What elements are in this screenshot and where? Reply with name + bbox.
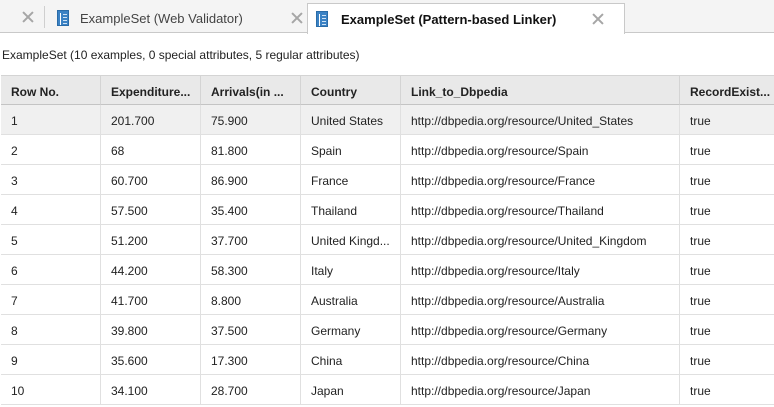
cell-link-to-dbpedia: http://dbpedia.org/resource/Thailand (401, 195, 680, 225)
cell-link-to-dbpedia: http://dbpedia.org/resource/China (401, 345, 680, 375)
column-header-expenditure[interactable]: Expenditure... (101, 75, 201, 105)
cell-row-no: 2 (1, 135, 101, 165)
cell-link-to-dbpedia: http://dbpedia.org/resource/Germany (401, 315, 680, 345)
tab-bar: ExampleSet (Web Validator) ExampleSet (P… (0, 0, 774, 34)
close-icon[interactable] (591, 12, 605, 26)
cell-country: Germany (301, 315, 401, 345)
tab-label: ExampleSet (Pattern-based Linker) (341, 12, 557, 27)
cell-expenditure: 44.200 (101, 255, 201, 285)
cell-record-exists: true (680, 315, 774, 345)
table-row[interactable]: 5 51.200 37.700 United Kingd... http://dbped… (1, 225, 774, 255)
column-header-link-to-dbpedia[interactable]: Link_to_Dbpedia (401, 75, 680, 105)
column-header-row-no[interactable]: Row No. (1, 75, 101, 105)
cell-link-to-dbpedia: http://dbpedia.org/resource/United_State… (401, 105, 680, 135)
table-row[interactable]: 6 44.200 58.300 Italy http://dbpedia.org/res… (1, 255, 774, 285)
table-row[interactable]: 8 39.800 37.500 Germany http://dbpedia.org/r… (1, 315, 774, 345)
cell-expenditure: 34.100 (101, 375, 201, 405)
cell-record-exists: true (680, 105, 774, 135)
cell-expenditure: 68 (101, 135, 201, 165)
table-row[interactable]: 10 34.100 28.700 Japan http://dbpedia.org/re… (1, 375, 774, 405)
column-header-arrivals[interactable]: Arrivals(in ... (201, 75, 301, 105)
cell-row-no: 10 (1, 375, 101, 405)
cell-arrivals: 81.800 (201, 135, 301, 165)
table-row[interactable]: 4 57.500 35.400 Thailand http://dbpedia.org/… (1, 195, 774, 225)
cell-link-to-dbpedia: http://dbpedia.org/resource/United_Kingd… (401, 225, 680, 255)
tab-web-validator[interactable]: ExampleSet (Web Validator) (45, 3, 307, 33)
cell-link-to-dbpedia: http://dbpedia.org/resource/Japan (401, 375, 680, 405)
cell-expenditure: 39.800 (101, 315, 201, 345)
cell-country: United Kingd... (301, 225, 401, 255)
cell-arrivals: 37.700 (201, 225, 301, 255)
column-header-record-exists[interactable]: RecordExist... (680, 75, 774, 105)
tab-label: ExampleSet (Web Validator) (80, 11, 243, 26)
cell-arrivals: 86.900 (201, 165, 301, 195)
cell-country: France (301, 165, 401, 195)
cell-link-to-dbpedia: http://dbpedia.org/resource/Spain (401, 135, 680, 165)
cell-expenditure: 41.700 (101, 285, 201, 315)
cell-country: Japan (301, 375, 401, 405)
cell-country: China (301, 345, 401, 375)
cell-record-exists: true (680, 225, 774, 255)
cell-row-no: 9 (1, 345, 101, 375)
cell-country: Spain (301, 135, 401, 165)
cell-row-no: 8 (1, 315, 101, 345)
cell-record-exists: true (680, 285, 774, 315)
cell-record-exists: true (680, 375, 774, 405)
cell-arrivals: 35.400 (201, 195, 301, 225)
example-set-summary: ExampleSet (10 examples, 0 special attri… (2, 48, 360, 62)
example-set-icon (57, 10, 69, 26)
table-row[interactable]: 1 201.700 75.900 United States http://dbpedi… (1, 105, 774, 135)
cell-expenditure: 35.600 (101, 345, 201, 375)
close-icon[interactable] (290, 11, 304, 25)
cell-link-to-dbpedia: http://dbpedia.org/resource/France (401, 165, 680, 195)
cell-arrivals: 37.500 (201, 315, 301, 345)
cell-record-exists: true (680, 135, 774, 165)
cell-row-no: 4 (1, 195, 101, 225)
table-row[interactable]: 7 41.700 8.800 Australia http://dbpedia.org/… (1, 285, 774, 315)
cell-row-no: 3 (1, 165, 101, 195)
column-header-country[interactable]: Country (301, 75, 401, 105)
cell-arrivals: 75.900 (201, 105, 301, 135)
tab-pattern-based-linker[interactable]: ExampleSet (Pattern-based Linker) (307, 3, 625, 34)
cell-country: United States (301, 105, 401, 135)
cell-arrivals: 17.300 (201, 345, 301, 375)
table-row[interactable]: 9 35.600 17.300 China http://dbpedia.org/res… (1, 345, 774, 375)
example-set-icon (316, 11, 328, 27)
cell-expenditure: 57.500 (101, 195, 201, 225)
cell-row-no: 7 (1, 285, 101, 315)
cell-record-exists: true (680, 345, 774, 375)
cell-expenditure: 201.700 (101, 105, 201, 135)
cell-expenditure: 60.700 (101, 165, 201, 195)
close-icon[interactable] (21, 10, 35, 24)
cell-country: Australia (301, 285, 401, 315)
table-row[interactable]: 2 68 81.800 Spain http://dbpedia.org/resourc… (1, 135, 774, 165)
cell-record-exists: true (680, 255, 774, 285)
table-row[interactable]: 3 60.700 86.900 France http://dbpedia.org/re… (1, 165, 774, 195)
cell-expenditure: 51.200 (101, 225, 201, 255)
cell-row-no: 5 (1, 225, 101, 255)
cell-row-no: 6 (1, 255, 101, 285)
cell-record-exists: true (680, 195, 774, 225)
cell-arrivals: 58.300 (201, 255, 301, 285)
cell-record-exists: true (680, 165, 774, 195)
cell-link-to-dbpedia: http://dbpedia.org/resource/Australia (401, 285, 680, 315)
cell-arrivals: 28.700 (201, 375, 301, 405)
cell-link-to-dbpedia: http://dbpedia.org/resource/Italy (401, 255, 680, 285)
cell-row-no: 1 (1, 105, 101, 135)
cell-country: Thailand (301, 195, 401, 225)
cell-country: Italy (301, 255, 401, 285)
cell-arrivals: 8.800 (201, 285, 301, 315)
